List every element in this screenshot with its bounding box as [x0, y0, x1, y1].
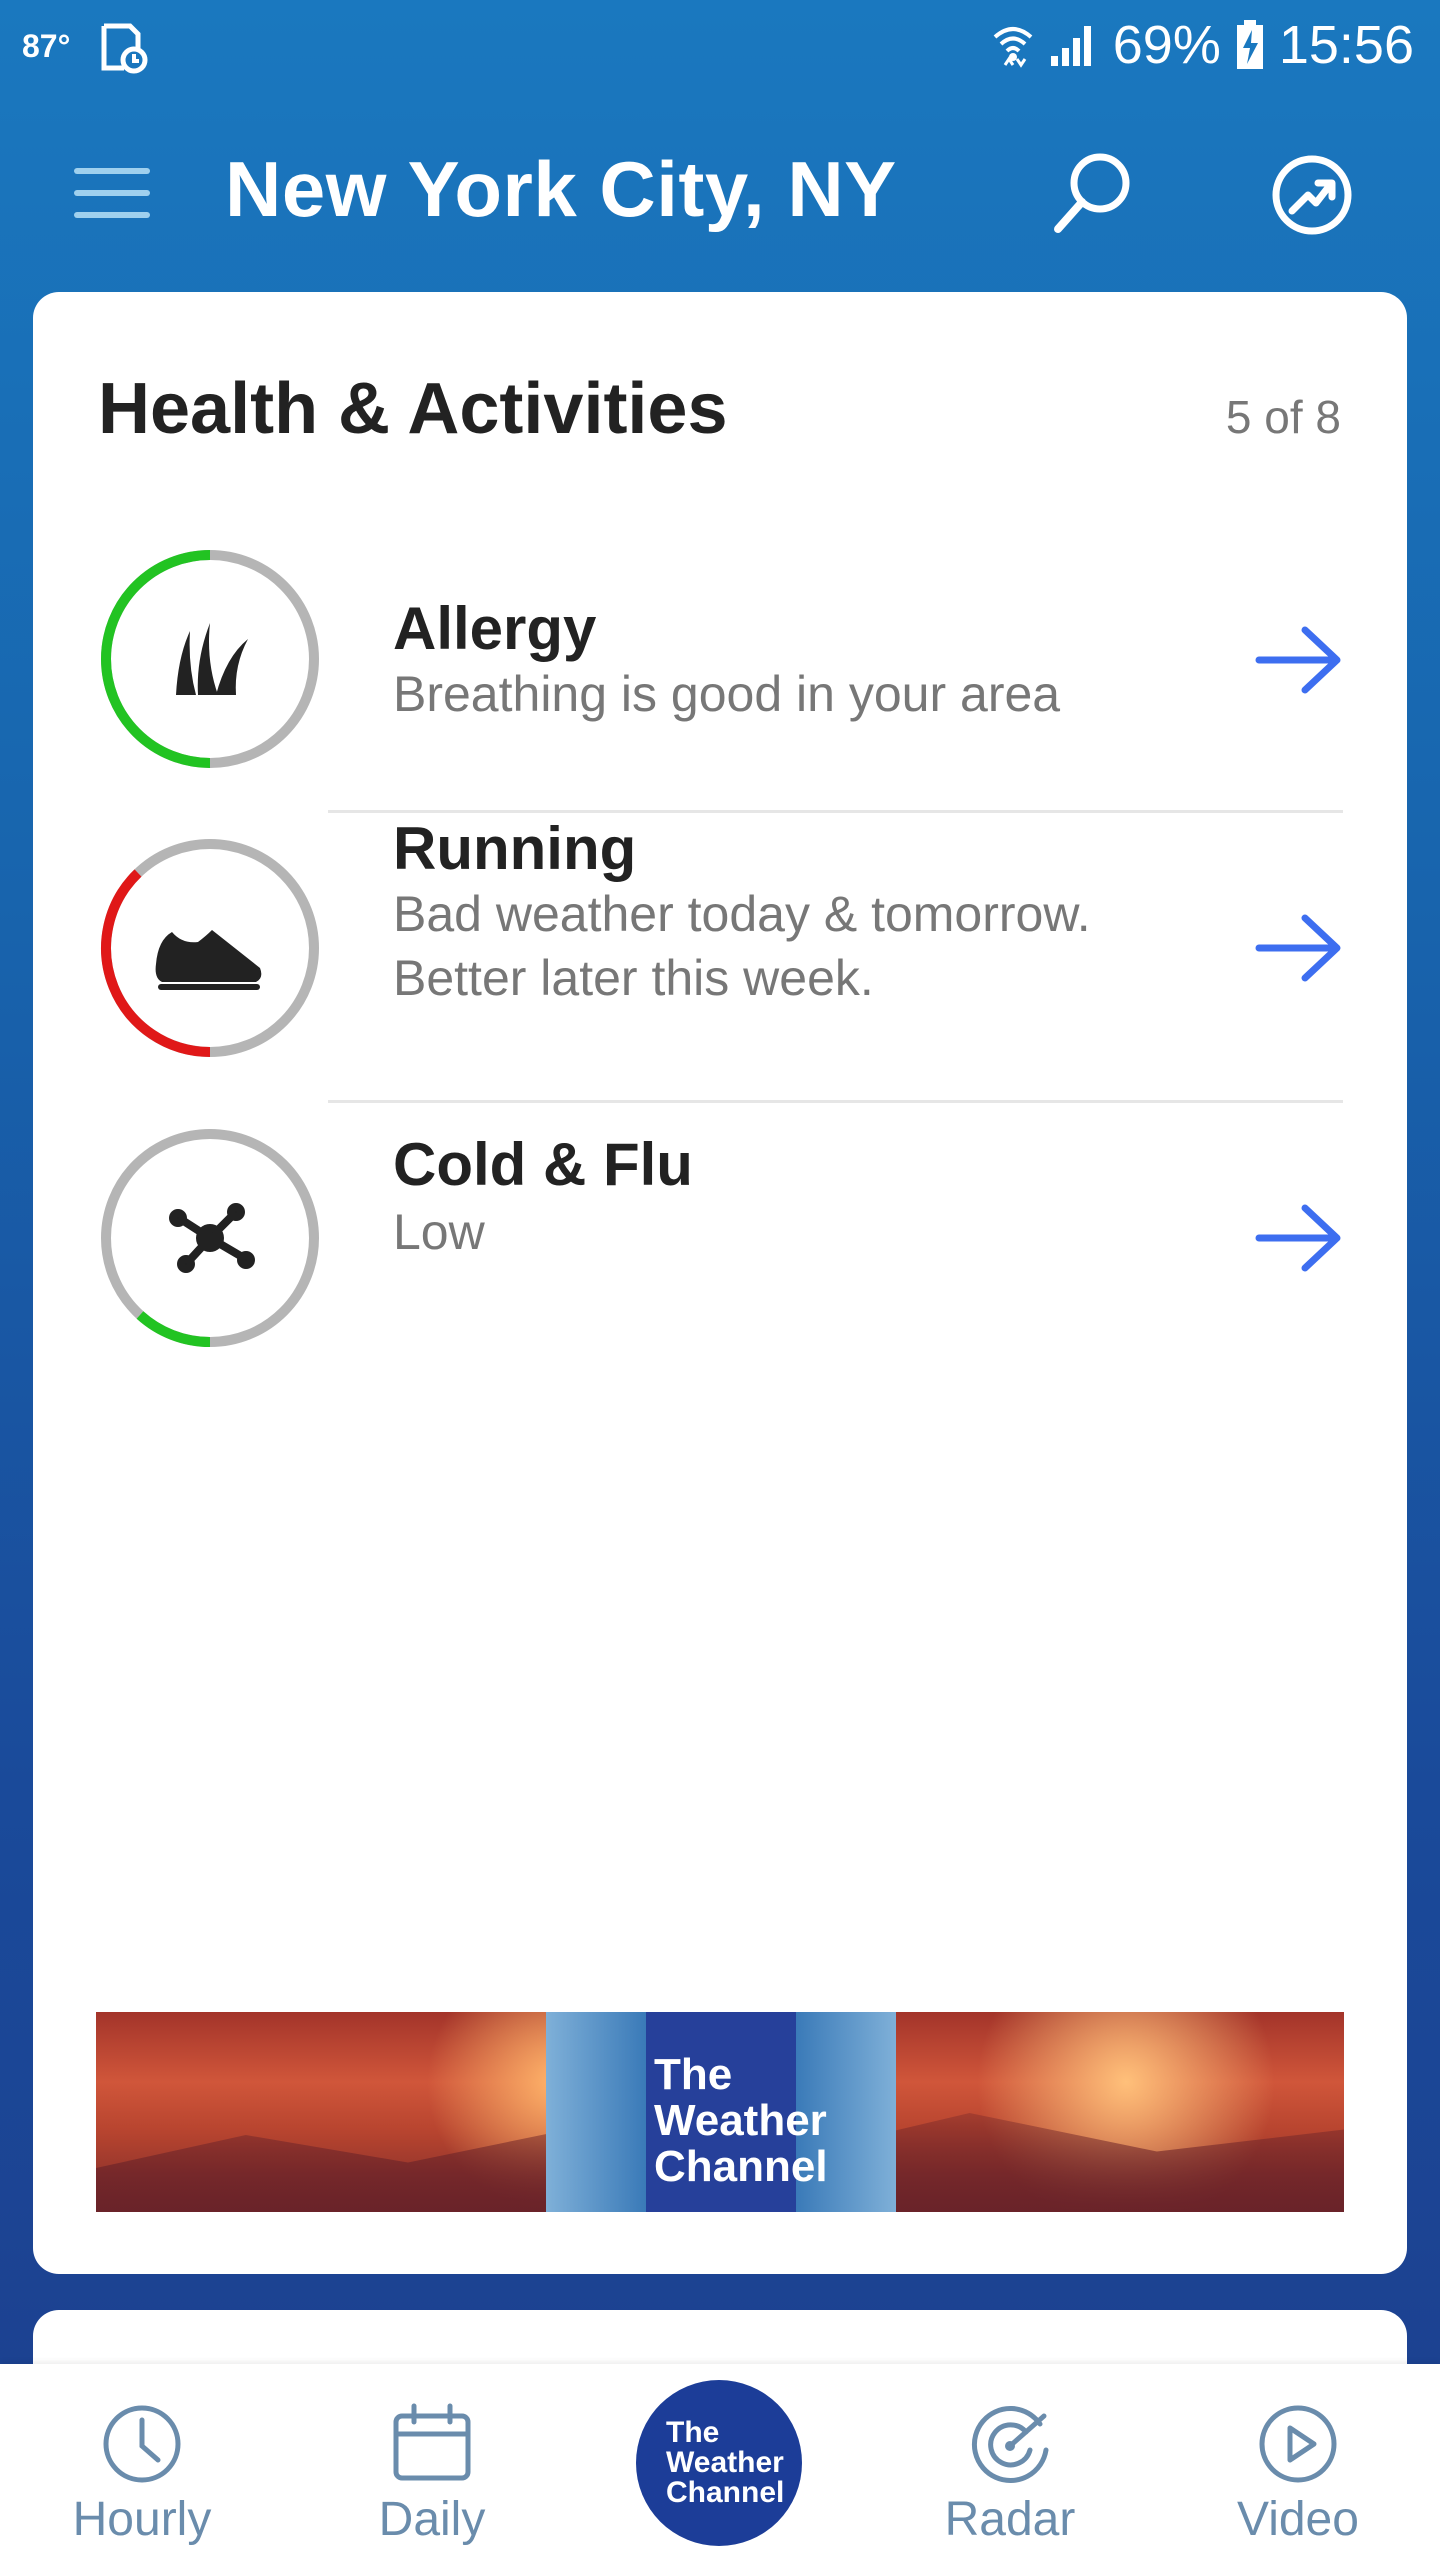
arrow-right-icon[interactable]: [1251, 908, 1347, 988]
arrow-right-icon[interactable]: [1251, 1198, 1347, 1278]
nav-label: Daily: [378, 2493, 486, 2546]
item-name: Cold & Flu: [393, 1131, 693, 1198]
twc-logo: The Weather Channel: [666, 2418, 784, 2508]
radar-icon: [971, 2406, 1049, 2483]
divider: [328, 810, 1343, 813]
health-activities-card: Health & Activities 5 of 8 Allergy Breat…: [33, 292, 1407, 2274]
cold-flu-ring: [101, 1129, 319, 1348]
screenshot-doc-icon: [98, 22, 148, 79]
item-name: Allergy: [393, 595, 597, 662]
list-item-cold-flu[interactable]: Cold & Flu Low: [33, 1104, 1407, 1392]
ad-banner[interactable]: The Weather Channel: [96, 2012, 1344, 2212]
status-temperature: 87°: [22, 28, 71, 64]
grass-icon: [176, 623, 248, 695]
battery-charging-icon: [1235, 20, 1265, 70]
virus-icon: [169, 1203, 255, 1273]
item-description: Breathing is good in your area: [393, 666, 1061, 722]
calendar-icon: [393, 2403, 471, 2481]
twc-logo-line: Channel: [666, 2476, 785, 2509]
item-description: Bad weather today & tomorrow. Better lat…: [393, 886, 1091, 1006]
nav-label: Video: [1237, 2493, 1359, 2546]
item-description: Low: [393, 1204, 485, 1260]
bottom-nav: Hourly Daily The Weather Channel Radar V…: [0, 2364, 1440, 2560]
shoe-icon: [155, 930, 262, 990]
nav-hourly[interactable]: Hourly: [32, 2364, 252, 2560]
battery-percent: 69%: [1112, 15, 1221, 75]
nav-radar[interactable]: Radar: [900, 2364, 1120, 2560]
location-title[interactable]: New York City, NY: [225, 144, 897, 235]
card-pager: 5 of 8: [1225, 391, 1341, 443]
ad-panel: [546, 2012, 646, 2212]
wifi-icon: [991, 21, 1035, 69]
search-button[interactable]: [1040, 145, 1140, 245]
twc-ad-logo: The Weather Channel: [646, 2012, 828, 2212]
twc-logo-line: Weather: [666, 2446, 784, 2479]
ad-logo-line: Channel: [654, 2142, 828, 2191]
list-item-allergy[interactable]: Allergy Breathing is good in your area: [33, 522, 1407, 810]
ad-logo-line: The: [654, 2050, 733, 2099]
divider: [328, 1100, 1343, 1103]
menu-icon-line: [74, 190, 150, 196]
nav-twc-home-button[interactable]: The Weather Channel: [636, 2380, 802, 2546]
status-bar: 87° 69% 15:56: [0, 0, 1440, 100]
arrow-right-icon[interactable]: [1251, 620, 1347, 700]
twc-logo-line: The: [666, 2416, 720, 2449]
status-time: 15:56: [1278, 15, 1414, 75]
card-title: Health & Activities: [98, 369, 728, 449]
signal-icon: [1049, 22, 1099, 68]
menu-icon: [74, 168, 150, 174]
menu-button[interactable]: [60, 150, 160, 240]
location-arrow-icon: [1272, 155, 1352, 235]
running-ring: [101, 839, 319, 1057]
allergy-ring: [101, 550, 319, 768]
locate-button[interactable]: [1262, 145, 1362, 245]
app-bar: New York City, NY: [0, 100, 1440, 285]
menu-icon-line: [74, 212, 150, 218]
list-item-running[interactable]: Running Bad weather today & tomorrow. Be…: [33, 814, 1407, 1102]
clock-icon: [103, 2405, 181, 2483]
nav-label: Hourly: [72, 2493, 212, 2546]
search-icon: [1054, 153, 1130, 233]
play-icon: [1259, 2405, 1337, 2483]
nav-video[interactable]: Video: [1188, 2364, 1408, 2560]
item-name: Running: [393, 815, 637, 882]
ad-logo-line: Weather: [654, 2096, 827, 2145]
nav-daily[interactable]: Daily: [322, 2364, 542, 2560]
nav-label: Radar: [944, 2493, 1076, 2546]
